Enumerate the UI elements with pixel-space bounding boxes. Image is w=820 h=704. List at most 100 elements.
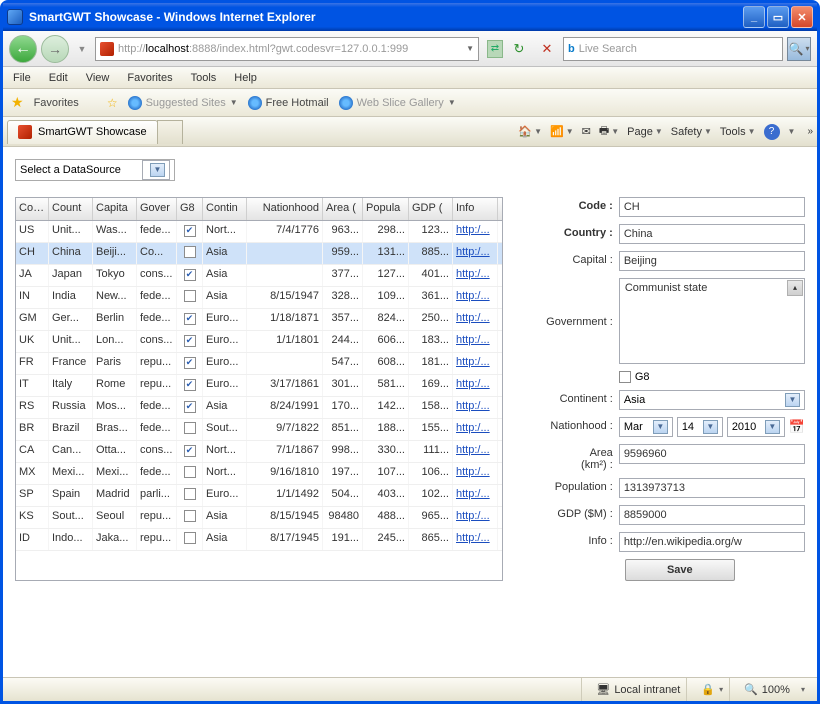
input-population[interactable] xyxy=(619,478,805,498)
tab-smartgwt[interactable]: SmartGWT Showcase xyxy=(7,120,158,144)
label-area: Area(km²) : xyxy=(523,444,619,471)
checkbox-g8[interactable] xyxy=(619,371,631,383)
menu-edit[interactable]: Edit xyxy=(49,72,68,84)
table-row[interactable]: JAJapanTokyocons...✔Asia377...127...401.… xyxy=(16,265,502,287)
label-gdp: GDP ($M) : xyxy=(523,505,619,520)
page-menu[interactable]: Page ▼ xyxy=(627,126,663,138)
select-year[interactable]: 2010▼ xyxy=(727,417,785,437)
maximize-button[interactable]: ▭ xyxy=(767,6,789,28)
select-day[interactable]: 14▼ xyxy=(677,417,723,437)
feeds-button[interactable]: 📶▼ xyxy=(550,125,574,138)
window-title: SmartGWT Showcase - Windows Internet Exp… xyxy=(29,10,743,24)
input-info[interactable] xyxy=(619,532,805,552)
table-row[interactable]: CHChinaBeiji...Co...Asia959...131...885.… xyxy=(16,243,502,265)
col-code[interactable]: Code xyxy=(16,198,49,220)
table-row[interactable]: ITItalyRomerepu...✔Euro...3/17/1861301..… xyxy=(16,375,502,397)
col-population[interactable]: Popula xyxy=(363,198,409,220)
calendar-icon[interactable]: 📅 xyxy=(789,419,805,435)
minimize-button[interactable]: _ xyxy=(743,6,765,28)
table-row[interactable]: UKUnit...Lon...cons...✔Euro...1/1/180124… xyxy=(16,331,502,353)
forward-button[interactable]: → xyxy=(41,35,69,63)
stop-button[interactable]: ✕ xyxy=(536,38,558,60)
table-row[interactable]: KSSout...Seoulrepu...Asia8/15/1945984804… xyxy=(16,507,502,529)
col-continent[interactable]: Contin xyxy=(203,198,247,220)
col-g8[interactable]: G8 xyxy=(177,198,203,220)
nav-history-dropdown[interactable]: ▼ xyxy=(73,35,91,63)
col-nationhood[interactable]: Nationhood xyxy=(247,198,323,220)
zone-indicator[interactable]: 🖥Local intranet xyxy=(590,678,687,701)
table-row[interactable]: MXMexi...Mexi...fede...Nort...9/16/18101… xyxy=(16,463,502,485)
compat-view-icon[interactable]: ⇄ xyxy=(487,40,503,58)
web-slice-gallery[interactable]: Web Slice Gallery ▼ xyxy=(339,96,456,110)
search-button[interactable]: 🔍▾ xyxy=(787,37,811,61)
input-country[interactable] xyxy=(619,224,805,244)
status-bar: 🖥Local intranet 🔒▾ 🔍 100% ▾ xyxy=(3,677,817,701)
table-row[interactable]: BRBrazilBras...fede...Sout...9/7/1822851… xyxy=(16,419,502,441)
label-country: Country : xyxy=(523,224,619,239)
new-tab-button[interactable] xyxy=(157,120,183,144)
input-code[interactable] xyxy=(619,197,805,217)
expand-toolbar[interactable]: » xyxy=(807,126,813,137)
menu-help[interactable]: Help xyxy=(234,72,257,84)
input-capital[interactable] xyxy=(619,251,805,271)
protected-mode[interactable]: 🔒▾ xyxy=(695,678,730,701)
label-nationhood: Nationhood : xyxy=(523,417,619,432)
bing-icon: b xyxy=(568,43,575,55)
select-month[interactable]: Mar▼ xyxy=(619,417,673,437)
col-government[interactable]: Gover xyxy=(137,198,177,220)
help-button[interactable]: ? xyxy=(764,124,780,140)
search-box[interactable]: b Live Search xyxy=(563,37,783,61)
table-row[interactable]: INIndiaNew...fede...Asia8/15/1947328...1… xyxy=(16,287,502,309)
col-gdp[interactable]: GDP ( xyxy=(409,198,453,220)
free-hotmail[interactable]: Free Hotmail xyxy=(248,96,329,110)
label-continent: Continent : xyxy=(523,390,619,405)
label-code: Code : xyxy=(523,197,619,212)
table-row[interactable]: SPSpainMadridparli...Euro...1/1/1492504.… xyxy=(16,485,502,507)
table-row[interactable]: FRFranceParisrepu...✔Euro...547...608...… xyxy=(16,353,502,375)
menu-favorites[interactable]: Favorites xyxy=(127,72,172,84)
datasource-select[interactable]: Select a DataSource ▼ xyxy=(15,159,175,181)
safety-menu[interactable]: Safety ▼ xyxy=(671,126,712,138)
menu-file[interactable]: File xyxy=(13,72,31,84)
suggested-sites[interactable]: Suggested Sites ▼ xyxy=(128,96,238,110)
tab-icon xyxy=(18,125,32,139)
tools-menu[interactable]: Tools ▼ xyxy=(720,126,756,138)
table-row[interactable]: GMGer...Berlinfede...✔Euro...1/18/187135… xyxy=(16,309,502,331)
col-country[interactable]: Count xyxy=(49,198,93,220)
print-button[interactable]: 🖶▼ xyxy=(599,122,619,141)
menu-bar: File Edit View Favorites Tools Help xyxy=(3,67,817,89)
favorites-bar: ★ Favorites ☆ Suggested Sites ▼ Free Hot… xyxy=(3,89,817,117)
address-bar[interactable]: http://localhost:8888/index.html?gwt.cod… xyxy=(95,37,479,61)
input-area[interactable] xyxy=(619,444,805,464)
back-button[interactable]: ← xyxy=(9,35,37,63)
col-capital[interactable]: Capita xyxy=(93,198,137,220)
zoom-control[interactable]: 🔍 100% ▾ xyxy=(738,678,811,701)
scroll-up-icon[interactable]: ▴ xyxy=(787,280,803,296)
table-row[interactable]: USUnit...Was...fede...✔Nort...7/4/177696… xyxy=(16,221,502,243)
input-gdp[interactable] xyxy=(619,505,805,525)
favorites-star-icon[interactable]: ★ xyxy=(11,94,24,111)
titlebar: SmartGWT Showcase - Windows Internet Exp… xyxy=(3,3,817,31)
favorites-label[interactable]: Favorites xyxy=(34,97,79,109)
textarea-government[interactable]: Communist state▴ xyxy=(619,278,805,364)
ie-icon xyxy=(7,9,23,25)
nav-toolbar: ← → ▼ http://localhost:8888/index.html?g… xyxy=(3,31,817,67)
refresh-button[interactable]: ↻ xyxy=(508,38,530,60)
table-row[interactable]: IDIndo...Jaka...repu...Asia8/17/1945191.… xyxy=(16,529,502,551)
select-continent[interactable]: Asia▼ xyxy=(619,390,805,410)
table-row[interactable]: RSRussiaMos...fede...✔Asia8/24/1991170..… xyxy=(16,397,502,419)
label-info: Info : xyxy=(523,532,619,547)
col-area[interactable]: Area ( xyxy=(323,198,363,220)
save-button[interactable]: Save xyxy=(625,559,735,581)
home-button[interactable]: 🏠▼ xyxy=(518,125,542,138)
label-capital: Capital : xyxy=(523,251,619,266)
close-button[interactable]: ✕ xyxy=(791,6,813,28)
table-row[interactable]: CACan...Otta...cons...✔Nort...7/1/186799… xyxy=(16,441,502,463)
menu-view[interactable]: View xyxy=(86,72,110,84)
col-info[interactable]: Info xyxy=(453,198,498,220)
mail-button[interactable]: ✉ xyxy=(582,125,591,138)
tab-bar: SmartGWT Showcase 🏠▼ 📶▼ ✉ 🖶▼ Page ▼ Safe… xyxy=(3,117,817,147)
chevron-down-icon: ▼ xyxy=(150,163,165,177)
add-favorite-icon[interactable]: ☆ xyxy=(107,96,118,110)
menu-tools[interactable]: Tools xyxy=(191,72,217,84)
